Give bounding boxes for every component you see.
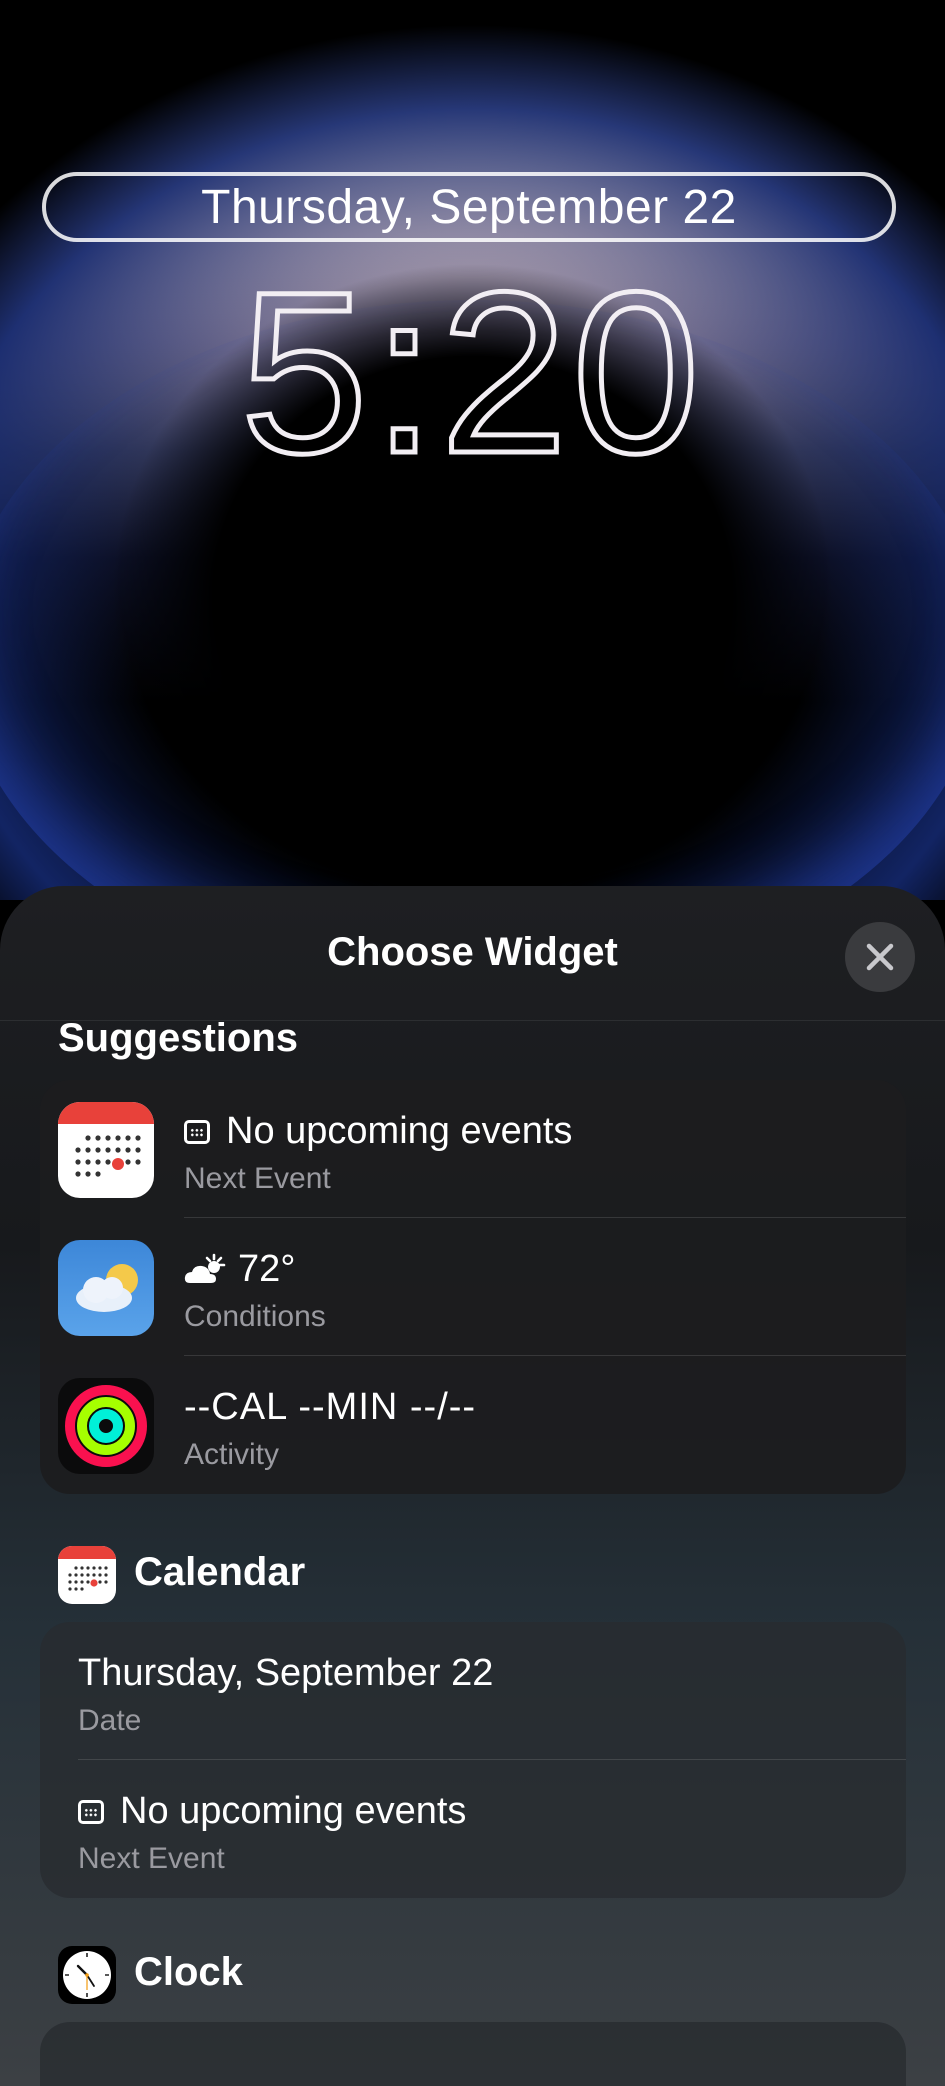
date-widget-slot[interactable]: Thursday, September 22 xyxy=(42,172,896,242)
suggestion-main-text: --CAL --MIN --/-- xyxy=(184,1386,477,1428)
suggestion-weather-conditions[interactable]: 72° Conditions xyxy=(40,1218,906,1356)
suggestion-main-text: 72° xyxy=(238,1248,296,1290)
close-icon xyxy=(866,943,894,971)
suggestion-main-text: No upcoming events xyxy=(226,1110,573,1152)
partly-sunny-icon xyxy=(184,1253,226,1283)
suggestion-sub-text: Activity xyxy=(184,1438,280,1471)
suggestions-card: No upcoming events Next Event 72° Condit… xyxy=(40,1080,906,1494)
sheet-header: Choose Widget xyxy=(0,886,945,1021)
widget-sub-text: Next Event xyxy=(78,1842,225,1875)
widget-sub-text: Date xyxy=(78,1704,142,1737)
widget-main-text: Thursday, September 22 xyxy=(78,1652,494,1694)
calendar-app-icon xyxy=(58,1102,154,1198)
suggestions-heading: Suggestions xyxy=(58,1016,299,1060)
lockscreen-time: 5:20 xyxy=(238,260,704,480)
lockscreen-wallpaper: Thursday, September 22 5:20 xyxy=(0,0,945,900)
widget-main-text: No upcoming events xyxy=(120,1790,467,1832)
close-button[interactable] xyxy=(845,922,915,992)
clock-app-icon xyxy=(58,1946,116,2004)
weather-app-icon xyxy=(58,1240,154,1336)
clock-section-heading: Clock xyxy=(134,1950,243,1994)
suggestion-calendar-next-event[interactable]: No upcoming events Next Event xyxy=(40,1080,906,1218)
activity-app-icon xyxy=(58,1378,154,1474)
sheet-title: Choose Widget xyxy=(327,930,618,974)
calendar-glyph-icon xyxy=(78,1799,104,1824)
suggestion-sub-text: Next Event xyxy=(184,1162,331,1195)
calendar-section-heading: Calendar xyxy=(134,1550,306,1594)
choose-widget-sheet: Choose Widget Suggestions No upcoming ev… xyxy=(0,886,945,2086)
calendar-widgets-card: Thursday, September 22 Date No upcoming … xyxy=(40,1622,906,1898)
calendar-date-widget[interactable]: Thursday, September 22 Date xyxy=(40,1622,906,1760)
svg-text:5:20: 5:20 xyxy=(240,260,704,480)
suggestion-sub-text: Conditions xyxy=(184,1300,326,1333)
clock-widgets-card xyxy=(40,2022,906,2086)
calendar-next-event-widget[interactable]: No upcoming events Next Event xyxy=(40,1760,906,1898)
calendar-app-icon xyxy=(58,1546,116,1604)
lockscreen-date: Thursday, September 22 xyxy=(201,180,737,234)
suggestion-activity[interactable]: --CAL --MIN --/-- Activity xyxy=(40,1356,906,1494)
calendar-glyph-icon xyxy=(184,1119,210,1144)
